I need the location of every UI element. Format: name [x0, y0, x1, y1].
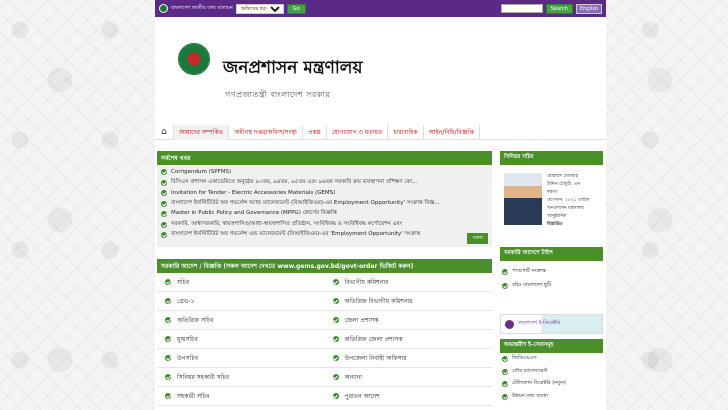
list-item[interactable]: বহিঃ বাংলাদেশ ছুটি [502, 279, 601, 293]
main-nav: ⌂ আমাদের সম্পর্কিত অধীনস্থ দপ্তর/অফিস/সং… [155, 124, 606, 140]
news-list: Corrigendum (SPFMS) বিসিএস প্রশাসন একাডে… [157, 165, 492, 247]
check-bullet-icon [332, 374, 339, 380]
check-bullet-icon [332, 279, 339, 285]
list-item[interactable]: Corrigendum (SPFMS) [161, 167, 488, 178]
check-bullet-icon [161, 169, 167, 176]
check-bullet-icon [502, 368, 508, 375]
nav-item-about[interactable]: আমাদের সম্পর্কিত [173, 124, 230, 140]
nav-item-contact[interactable]: যোগাযোগ ও মতামত [327, 124, 389, 140]
check-bullet-icon [165, 279, 171, 285]
list-item[interactable]: সচিব [157, 273, 325, 292]
check-bullet-icon [161, 179, 167, 186]
orders-heading: সরকারি আদেশ / বিজ্ঞপ্তি (সকল আদেশ দেখতে … [157, 259, 492, 273]
list-item[interactable]: তৌর ম্যানেজমেন্ট [500, 366, 603, 379]
go-button[interactable]: Go [286, 3, 306, 14]
check-bullet-icon [502, 393, 508, 400]
check-bullet-icon [502, 283, 508, 289]
check-bullet-icon [161, 200, 167, 207]
check-bullet-icon [161, 221, 167, 228]
notices-heading: সরকারি আদেশে টাইপ [500, 247, 603, 261]
eservices-heading: অভ্যন্তরীণ ই-সেবাসমূহ [500, 339, 603, 353]
list-item[interactable]: বিসিএস প্রশাসন একাডেমিতে অনুষ্ঠেয় ৯৩তম,… [161, 178, 488, 189]
list-item[interactable]: টেলিফোন ডিরেক্টরি (নতুন) [500, 378, 603, 391]
check-bullet-icon [502, 269, 508, 275]
news-heading: সর্বশেষ খবর [157, 151, 492, 165]
nav-item-projects[interactable]: প্রকল্প [303, 124, 327, 140]
english-button[interactable]: English [575, 3, 602, 14]
top-bar: বাংলাদেশ জাতীয় তথ্য বাতায়ন অফিসের ধরণ … [155, 0, 606, 17]
national-portal-link[interactable]: বাংলাদেশ জাতীয় তথ্য বাতায়ন [171, 5, 233, 13]
secretary-details-link[interactable]: বিস্তারিত [547, 221, 601, 229]
list-item[interactable]: Master in Public Policy and Governance (… [161, 209, 488, 220]
check-bullet-icon [161, 211, 167, 218]
secretary-heading: সিনিয়র সচিব [500, 151, 603, 165]
orders-grid: সচিব বিভাগীয় কমিশনার গ্রেড-১ অতিরিক্ত ব… [157, 273, 492, 406]
list-item[interactable]: যুগ্মসচিব [157, 330, 325, 349]
list-item[interactable]: অতিরিক্ত সচিব [157, 311, 325, 330]
secretary-info: মোহাম্মদ মেজবাহ উদ্দিন চৌধুরী, এন দক্ষতা… [547, 173, 601, 229]
list-item[interactable]: অতিরিক্ত জেলা প্রশাসক [324, 330, 492, 349]
notices-list: পাসপোর্ট সংক্রান্ত বহিঃ বাংলাদেশ ছুটি [500, 261, 603, 305]
list-item[interactable]: সরকারি, আধাসরকারি, স্বায়ত্তশাসিত/আধা-স্… [161, 220, 488, 231]
nav-item-offices[interactable]: অধীনস্থ দপ্তর/অফিস/সংস্থা [229, 124, 303, 140]
check-bullet-icon [165, 317, 171, 323]
list-item[interactable]: উপজেলা নির্বাহী অফিসার [324, 349, 492, 368]
list-item[interactable]: বাংলাদেশ ইনস্টিটিউট অব গভর্নেন্স এন্ড ম্… [161, 230, 488, 241]
nav-item-series[interactable]: ধারাবাহিক [388, 124, 424, 140]
list-item[interactable]: Invitation for Tender - Electric Accesso… [161, 188, 488, 199]
nav-item-laws[interactable]: আইন/বিধি/বিজ্ঞপ্তি [424, 124, 480, 140]
check-bullet-icon [332, 355, 339, 361]
list-item[interactable]: জিডিএমএস [500, 353, 603, 366]
check-bullet-icon [165, 336, 171, 342]
list-item[interactable]: সহকারী সচিব [157, 387, 325, 406]
eservices-list: জিডিএমএস তৌর ম্যানেজমেন্ট টেলিফোন ডিরেক্… [500, 353, 603, 403]
e-directory-banner[interactable]: বাংলাদেশ ই-ডিরেক্টরি [500, 314, 603, 334]
page-container: বাংলাদেশ জাতীয় তথ্য বাতায়ন অফিসের ধরণ … [155, 0, 606, 410]
check-bullet-icon [502, 356, 508, 363]
home-icon[interactable]: ⌂ [155, 127, 173, 137]
office-type-select[interactable]: অফিসের ধরণ [235, 3, 284, 14]
right-sidebar: সিনিয়র সচিব মোহাম্মদ মেজবাহ উদ্দিন চৌধু… [500, 151, 603, 403]
check-bullet-icon [165, 355, 171, 361]
secretary-photo [504, 173, 542, 225]
list-item[interactable]: বিভাগীয় কমিশনার [324, 273, 492, 292]
check-bullet-icon [165, 374, 171, 380]
list-item[interactable]: উন্নয়ন তথ্য ব্যবস্থা [500, 391, 603, 404]
check-bullet-icon [161, 190, 167, 197]
bd-portal-icon [159, 4, 168, 13]
check-bullet-icon [332, 298, 339, 304]
search-button[interactable]: Search [545, 3, 573, 14]
secretary-card: মোহাম্মদ মেজবাহ উদ্দিন চৌধুরী, এন দক্ষতা… [500, 165, 603, 247]
all-news-button[interactable]: সকল [467, 233, 488, 244]
check-bullet-icon [165, 393, 171, 399]
check-bullet-icon [332, 336, 339, 342]
ministry-title: জনপ্রশাসন মন্ত্রণালয় [223, 58, 363, 78]
list-item[interactable]: পুরাতন আদেশ [324, 387, 492, 406]
list-item[interactable]: অন্যান্য [324, 368, 492, 387]
check-bullet-icon [332, 393, 339, 399]
list-item[interactable]: বাংলাদেশ ইনস্টিটিউট অব গভর্নেন্স অ্যান্ড… [161, 199, 488, 210]
search-input[interactable] [500, 4, 543, 13]
check-bullet-icon [161, 232, 167, 239]
list-item[interactable]: গ্রেড-১ [157, 292, 325, 311]
check-bullet-icon [502, 381, 508, 388]
list-item[interactable]: সিনিয়র সহকারী সচিব [157, 368, 325, 387]
list-item[interactable]: জেলা প্রশাসক [324, 311, 492, 330]
govt-subtitle: গণপ্রজাতন্ত্রী বাংলাদেশ সরকার [225, 90, 331, 99]
list-item[interactable]: অতিরিক্ত বিভাগীয় কমিশনার [324, 292, 492, 311]
main-column: সর্বশেষ খবর Corrigendum (SPFMS) বিসিএস প… [157, 151, 492, 406]
e-directory-icon [505, 319, 514, 329]
site-header: জনপ্রশাসন মন্ত্রণালয় গণপ্রজাতন্ত্রী বাং… [155, 17, 606, 125]
check-bullet-icon [332, 317, 339, 323]
list-item[interactable]: পাসপোর্ট সংক্রান্ত [502, 265, 601, 279]
check-bullet-icon [165, 298, 171, 304]
govt-emblem-logo[interactable] [178, 43, 210, 75]
list-item[interactable]: উপসচিব [157, 349, 325, 368]
